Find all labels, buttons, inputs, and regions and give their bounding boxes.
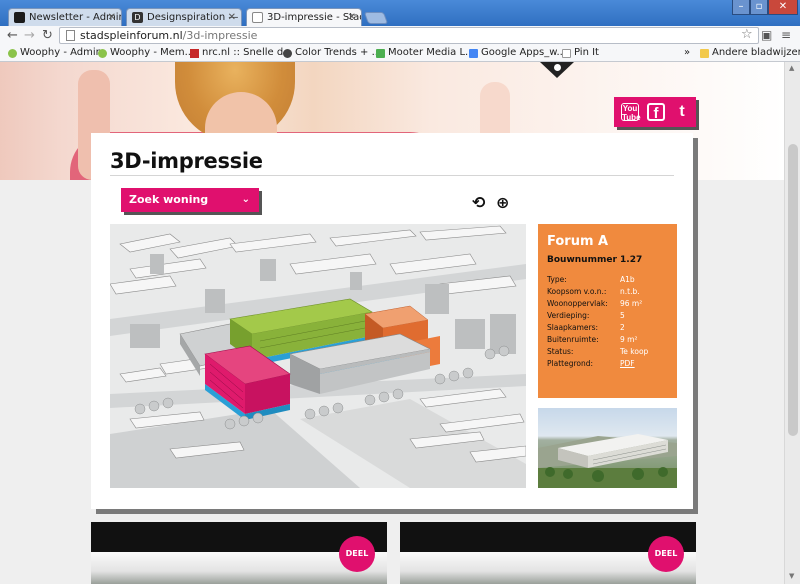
bookmark-label: Mooter Media L... xyxy=(388,47,475,58)
twitter-icon[interactable]: t xyxy=(673,103,691,121)
page-favicon-icon xyxy=(252,12,263,23)
color-trends-icon xyxy=(283,49,292,58)
bookmark-label: Pin It xyxy=(574,47,599,58)
unit-number: Bouwnummer 1.27 xyxy=(547,255,643,265)
social-links: You Tube f t xyxy=(614,97,696,127)
bookmark-color-trends[interactable]: Color Trends + ... xyxy=(283,46,381,60)
close-tab-icon[interactable]: ✕ xyxy=(228,9,236,26)
menu-icon[interactable]: ≡ xyxy=(781,28,791,42)
page-document-icon xyxy=(66,30,75,41)
google-icon xyxy=(469,49,478,58)
bookmark-label: Color Trends + ... xyxy=(295,47,382,58)
bookmark-woophy-mem[interactable]: Woophy - Mem... xyxy=(98,46,194,60)
bookmark-mooter-media[interactable]: Mooter Media L... xyxy=(376,46,475,60)
woophy-icon xyxy=(98,49,107,58)
info-row: Koopsom v.o.n.: n.t.b. xyxy=(547,287,640,296)
bookmark-star-icon[interactable]: ☆ xyxy=(741,27,753,42)
project-card[interactable]: DEEL xyxy=(400,522,696,584)
share-button[interactable]: DEEL xyxy=(339,536,375,572)
info-row: Buitenruimte: 9 m² xyxy=(547,335,638,344)
title-divider xyxy=(110,175,674,176)
pin-icon xyxy=(562,49,571,58)
info-row: Slaapkamers: 2 xyxy=(547,323,625,332)
impression-card: 3D-impressie Zoek woning ⌄ ⟲ ⊕ Forum A B… xyxy=(91,133,693,509)
tab-3d-impressie[interactable]: 3D-impressie - Stads ✕ xyxy=(246,8,362,27)
scroll-down-icon[interactable]: ▼ xyxy=(789,572,794,580)
floorplan-row: Plattegrond: PDF xyxy=(547,359,635,368)
close-tab-icon[interactable]: ✕ xyxy=(348,9,356,26)
web-page: You Tube f t 3D-impressie Zoek woning ⌄ ⟲… xyxy=(0,62,784,584)
info-row: Type: A1b xyxy=(547,275,635,284)
maximize-button[interactable]: ▫ xyxy=(750,0,768,15)
extension-icon[interactable]: ▣ xyxy=(761,28,772,42)
url-path: /3d-impressie xyxy=(182,29,258,42)
other-bookmarks-label: Andere bladwijzers xyxy=(712,47,800,58)
chevron-down-icon: ⌄ xyxy=(241,194,250,205)
bookmarks-bar: Woophy - Admin Woophy - Mem... nrc.nl ::… xyxy=(0,45,800,62)
floorplan-pdf-link[interactable]: PDF xyxy=(620,359,635,368)
bookmark-label: Woophy - Mem... xyxy=(110,47,195,58)
mooter-icon xyxy=(376,49,385,58)
bookmark-label: Google Apps_w... xyxy=(481,47,566,58)
forward-arrow-icon[interactable]: → xyxy=(24,27,35,44)
minimize-button[interactable]: – xyxy=(732,0,750,15)
browser-toolbar: ← → ↻ stadspleinforum.nl/3d-impressie xyxy=(0,26,800,45)
3d-impression-image[interactable] xyxy=(110,224,526,488)
project-card[interactable]: DEEL xyxy=(91,522,387,584)
rotate-icon[interactable]: ⟲ xyxy=(472,193,485,212)
url-host: stadspleinforum.nl xyxy=(80,29,183,42)
close-tab-icon[interactable]: ✕ xyxy=(108,9,116,26)
reload-icon[interactable]: ↻ xyxy=(42,27,53,44)
scrollbar-thumb[interactable] xyxy=(788,144,798,436)
tab-designspiration[interactable]: D Designspiration — Di ✕ xyxy=(126,8,242,26)
scroll-down-arrow-icon[interactable] xyxy=(540,62,574,78)
unit-info-panel: Forum A Bouwnummer 1.27 Type: A1b Koopsom… xyxy=(538,224,677,398)
info-row: Woonoppervlak: 96 m² xyxy=(547,299,643,308)
new-tab-button[interactable] xyxy=(363,12,389,24)
bookmark-label: nrc.nl :: Snelle d... xyxy=(202,47,293,58)
back-arrow-icon[interactable]: ← xyxy=(7,27,18,44)
youtube-icon[interactable]: You Tube xyxy=(621,103,641,122)
search-home-dropdown[interactable]: Zoek woning ⌄ xyxy=(121,188,259,212)
newsletter-favicon-icon xyxy=(14,12,25,23)
vertical-scrollbar[interactable]: ▲ ▼ xyxy=(784,62,800,584)
info-row: Verdieping: 5 xyxy=(547,311,625,320)
search-home-label: Zoek woning xyxy=(129,193,209,206)
unit-name: Forum A xyxy=(547,234,609,249)
bookmark-nrc[interactable]: nrc.nl :: Snelle d... xyxy=(190,46,293,60)
scroll-up-arrow-icon[interactable]: ▲ xyxy=(789,64,794,72)
other-bookmarks-folder[interactable]: Andere bladwijzers xyxy=(700,46,800,60)
bookmarks-overflow-chevron-icon[interactable]: » xyxy=(684,46,690,60)
tab-strip: Newsletter - Admin ✕ D Designspiration —… xyxy=(0,0,800,27)
close-window-button[interactable]: ✕ xyxy=(768,0,798,15)
nrc-icon xyxy=(190,49,199,58)
facebook-icon[interactable]: f xyxy=(647,103,665,122)
bookmark-label: Woophy - Admin xyxy=(20,47,102,58)
woophy-icon xyxy=(8,49,17,58)
info-row: Status: Te koop xyxy=(547,347,649,356)
share-button[interactable]: DEEL xyxy=(648,536,684,572)
page-title: 3D-impressie xyxy=(110,149,263,173)
designspiration-favicon-icon: D xyxy=(132,12,143,23)
bookmark-pin-it[interactable]: Pin It xyxy=(562,46,599,60)
bookmark-woophy-admin[interactable]: Woophy - Admin xyxy=(8,46,102,60)
tab-newsletter[interactable]: Newsletter - Admin ✕ xyxy=(8,8,122,26)
folder-icon xyxy=(700,49,709,58)
bookmark-google-apps[interactable]: Google Apps_w... xyxy=(469,46,566,60)
address-bar[interactable]: stadspleinforum.nl/3d-impressie xyxy=(59,27,759,44)
zoom-in-icon[interactable]: ⊕ xyxy=(496,193,509,212)
exterior-photo-thumbnail[interactable] xyxy=(538,408,677,488)
